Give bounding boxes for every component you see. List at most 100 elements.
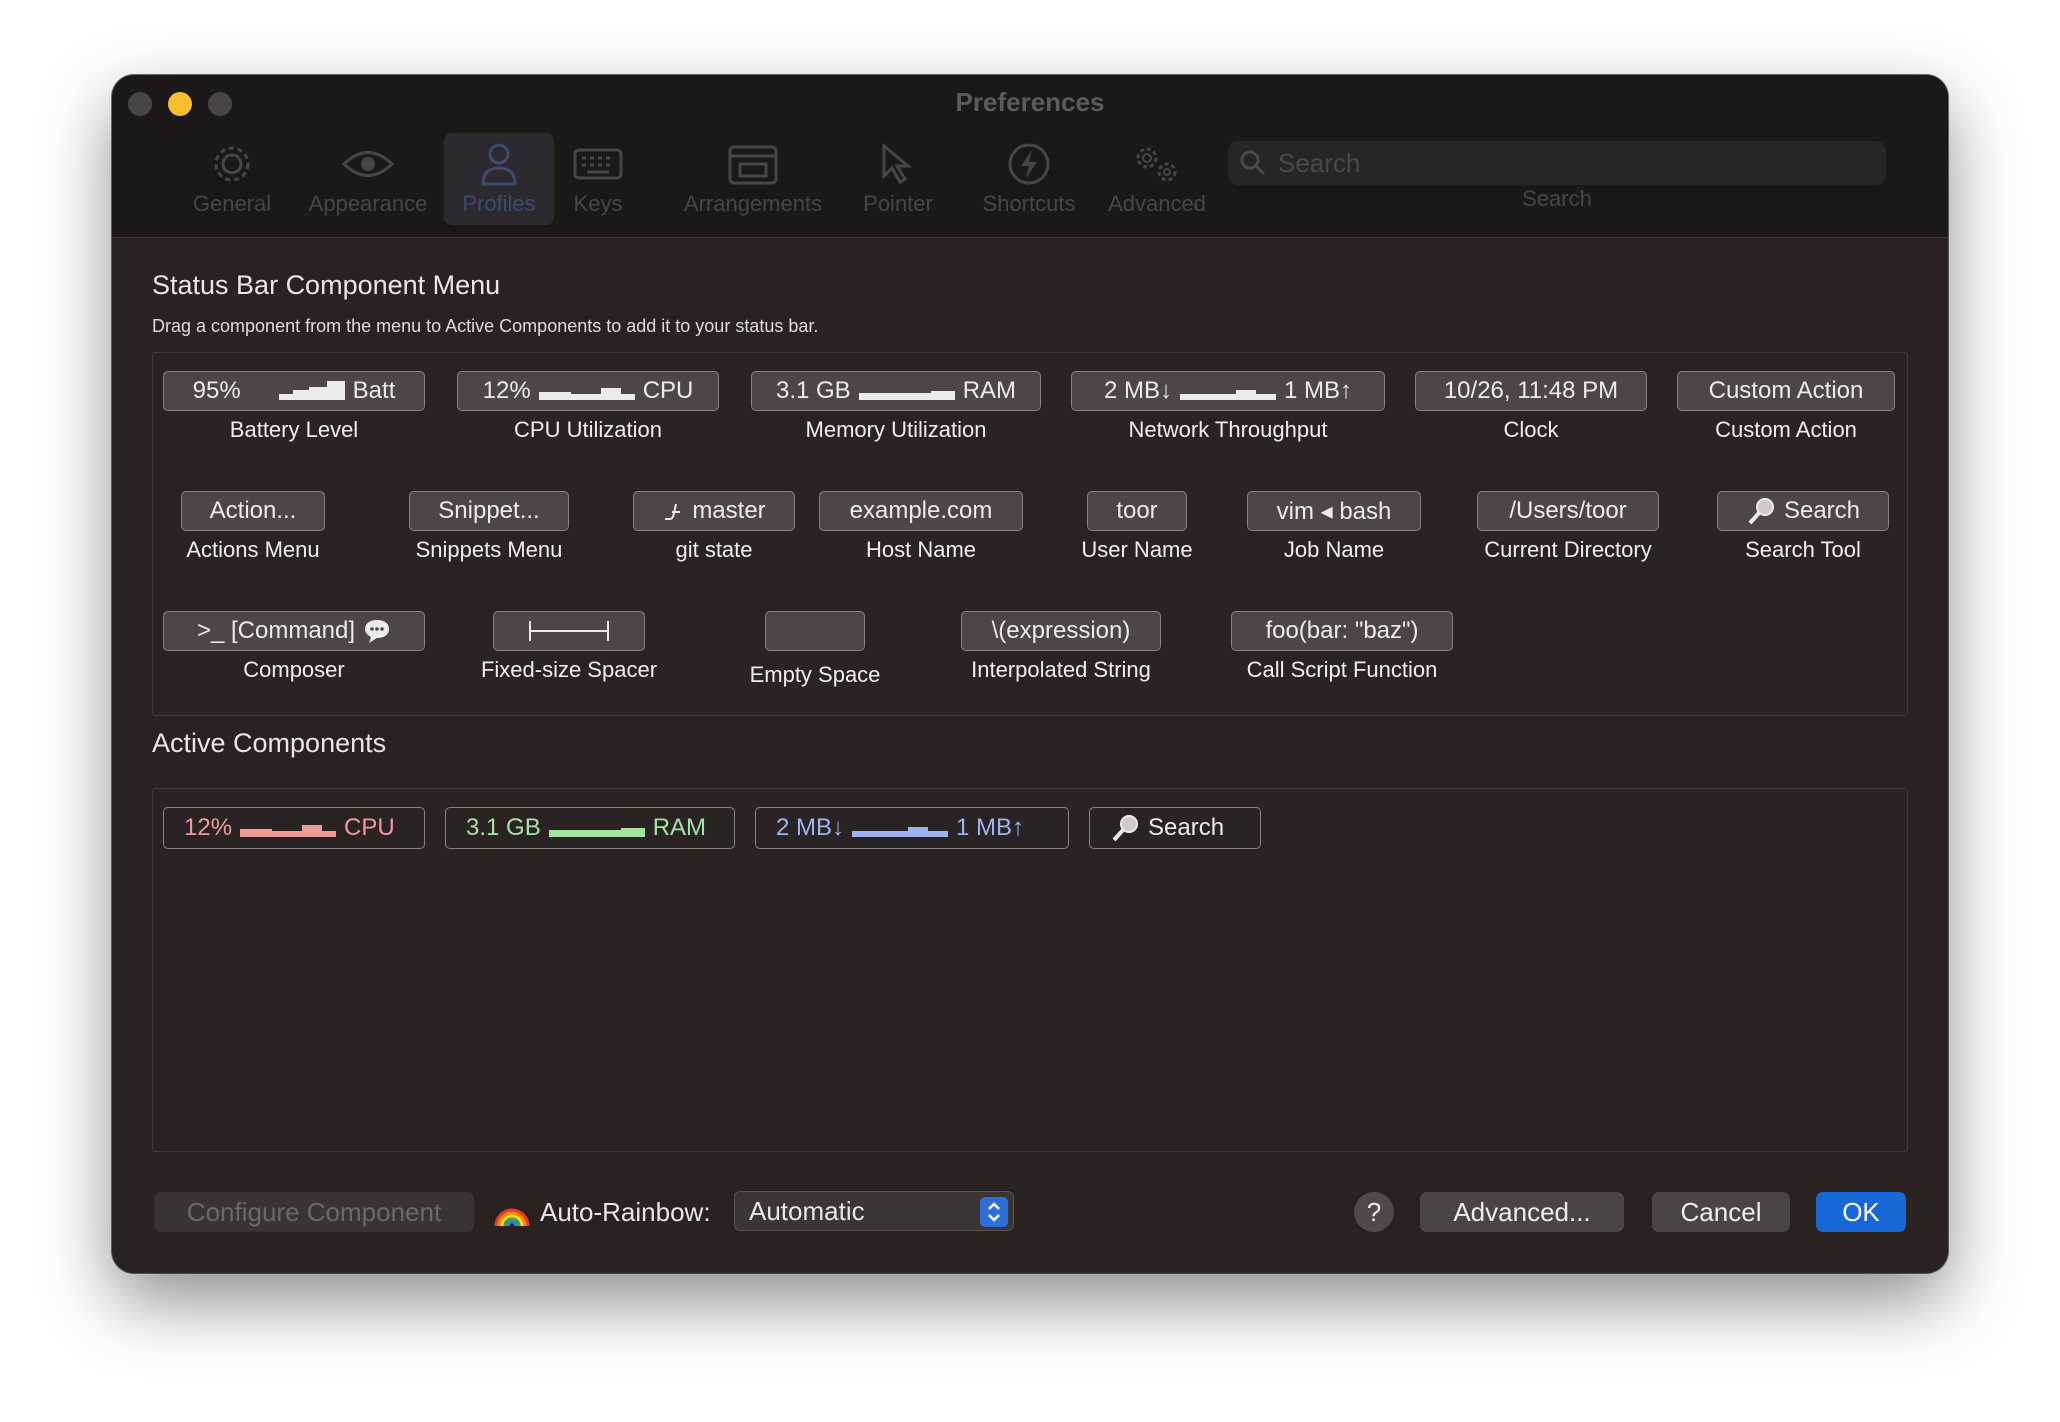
tab-label: Profiles <box>462 191 536 216</box>
component-chip: 2 MB↓ 1 MB↑ <box>1071 371 1385 411</box>
component-composer[interactable]: >_ [Command] Composer <box>163 611 425 683</box>
help-button[interactable]: ? <box>1354 1192 1394 1232</box>
chip-value: 2 MB↓ <box>1103 377 1172 404</box>
component-current-directory[interactable]: /Users/toor Current Directory <box>1477 491 1659 563</box>
component-name: Custom Action <box>1715 417 1857 442</box>
component-name: CPU Utilization <box>514 417 662 442</box>
component-network-throughput[interactable]: 2 MB↓ 1 MB↑ Network Throughput <box>1071 371 1385 443</box>
tab-label: Appearance <box>308 191 428 216</box>
component-chip: Search <box>1717 491 1889 531</box>
sparkline-icon <box>538 388 635 400</box>
chip-value: 3.1 GB <box>466 814 541 841</box>
preferences-window: Preferences General Appearance Profiles … <box>112 75 1948 1273</box>
component-chip <box>493 611 645 651</box>
tab-label: Pointer <box>863 191 933 216</box>
sparkline-icon <box>1180 390 1276 400</box>
active-search-chip[interactable]: Search <box>1089 807 1261 849</box>
auto-rainbow-select[interactable]: Automatic <box>734 1191 1014 1231</box>
component-git-state[interactable]: master git state <box>633 491 795 563</box>
tab-pointer[interactable]: Pointer <box>848 137 948 217</box>
component-chip: master <box>633 491 795 531</box>
rainbow-icon <box>494 1208 530 1227</box>
active-cpu-chip[interactable]: 12% CPU <box>163 807 425 849</box>
window-icon <box>668 137 838 191</box>
active-network-chip[interactable]: 2 MB↓ 1 MB↑ <box>755 807 1069 849</box>
component-search-tool[interactable]: Search Search Tool <box>1717 491 1889 563</box>
component-name: Job Name <box>1283 537 1385 562</box>
tab-advanced[interactable]: Advanced <box>1092 137 1222 217</box>
component-chip: 3.1 GB RAM <box>751 371 1041 411</box>
component-name: Battery Level <box>229 417 359 442</box>
component-chip: toor <box>1087 491 1187 531</box>
keyboard-icon <box>548 137 648 191</box>
component-name: User Name <box>1081 537 1193 562</box>
search-input[interactable]: Search <box>1228 141 1886 185</box>
component-custom-action[interactable]: Custom Action Custom Action <box>1677 371 1895 443</box>
component-cpu-utilization[interactable]: 12% CPU CPU Utilization <box>457 371 719 443</box>
tab-keys[interactable]: Keys <box>548 137 648 217</box>
component-name: Network Throughput <box>1128 417 1328 442</box>
chip-value: 95% <box>192 377 241 404</box>
component-name: git state <box>675 537 753 562</box>
component-job-name[interactable]: vim ◂ bash Job Name <box>1247 491 1421 563</box>
component-call-script-function[interactable]: foo(bar: "baz") Call Script Function <box>1231 611 1453 683</box>
component-host-name[interactable]: example.com Host Name <box>819 491 1023 563</box>
tab-appearance[interactable]: Appearance <box>298 137 438 217</box>
component-chip: Snippet... <box>409 491 569 531</box>
menu-title: Status Bar Component Menu <box>152 270 501 300</box>
auto-rainbow-label: Auto-Rainbow: <box>494 1192 711 1232</box>
component-chip: >_ [Command] <box>163 611 425 651</box>
advanced-button[interactable]: Advanced... <box>1420 1192 1624 1232</box>
tab-label: Shortcuts <box>982 191 1076 216</box>
component-user-name[interactable]: toor User Name <box>1081 491 1193 563</box>
component-name: Search Tool <box>1745 537 1861 562</box>
component-fixed-size-spacer[interactable]: Fixed-size Spacer <box>481 611 657 683</box>
component-chip: 12% CPU <box>457 371 719 411</box>
component-name: Clock <box>1503 417 1559 442</box>
lightning-icon <box>964 137 1094 191</box>
tab-general[interactable]: General <box>172 137 292 217</box>
chip-value: 12% <box>482 377 531 404</box>
tab-label: Arrangements <box>683 191 823 216</box>
pointer-icon <box>848 137 948 191</box>
component-chip: 10/26, 11:48 PM <box>1415 371 1647 411</box>
ok-button[interactable]: OK <box>1816 1192 1906 1232</box>
component-chip: /Users/toor <box>1477 491 1659 531</box>
sparkline-icon <box>858 391 955 400</box>
active-components-panel[interactable]: 12% CPU 3.1 GB RAM 2 MB↓ 1 MB↑ Search <box>152 788 1908 1152</box>
component-memory-utilization[interactable]: 3.1 GB RAM Memory Utilization <box>751 371 1041 443</box>
cancel-button[interactable]: Cancel <box>1652 1192 1790 1232</box>
component-snippets-menu[interactable]: Snippet... Snippets Menu <box>409 491 569 563</box>
component-chip: Custom Action <box>1677 371 1895 411</box>
chip-unit: Batt <box>352 377 396 404</box>
component-name: Host Name <box>865 537 977 562</box>
chip-unit: CPU <box>642 377 694 404</box>
magnifier-icon <box>1112 815 1138 842</box>
tab-shortcuts[interactable]: Shortcuts <box>964 137 1094 217</box>
component-actions-menu[interactable]: Action... Actions Menu <box>181 491 325 563</box>
component-chip: vim ◂ bash <box>1247 491 1421 531</box>
chip-value: master <box>692 497 766 524</box>
tab-profiles[interactable]: Profiles <box>444 133 554 225</box>
component-clock[interactable]: 10/26, 11:48 PM Clock <box>1415 371 1647 443</box>
menu-subtitle: Drag a component from the menu to Active… <box>152 316 819 336</box>
chip-unit: CPU <box>344 814 395 841</box>
tab-arrangements[interactable]: Arrangements <box>668 137 838 217</box>
profiles-content: Status Bar Component Menu Drag a compone… <box>112 237 1948 1273</box>
git-branch-icon <box>665 503 681 520</box>
component-battery-level[interactable]: 95% Batt Battery Level <box>163 371 425 443</box>
select-value: Automatic <box>749 1195 865 1226</box>
sparkline-icon <box>240 825 337 837</box>
active-ram-chip[interactable]: 3.1 GB RAM <box>445 807 735 849</box>
component-empty-space[interactable]: Empty Space <box>750 611 880 688</box>
person-icon <box>444 133 554 191</box>
configure-component-button[interactable]: Configure Component <box>154 1192 474 1232</box>
tab-label: Keys <box>573 191 623 216</box>
component-name: Empty Space <box>749 662 881 687</box>
search-caption: Search <box>1522 186 1592 211</box>
component-interpolated-string[interactable]: \(expression) Interpolated String <box>961 611 1161 683</box>
component-chip: foo(bar: "baz") <box>1231 611 1453 651</box>
component-menu-panel: 95% Batt Battery Level 12% CPU CPU Utili… <box>152 352 1908 716</box>
component-name: Interpolated String <box>971 657 1151 682</box>
chip-value: Search <box>1148 814 1225 841</box>
